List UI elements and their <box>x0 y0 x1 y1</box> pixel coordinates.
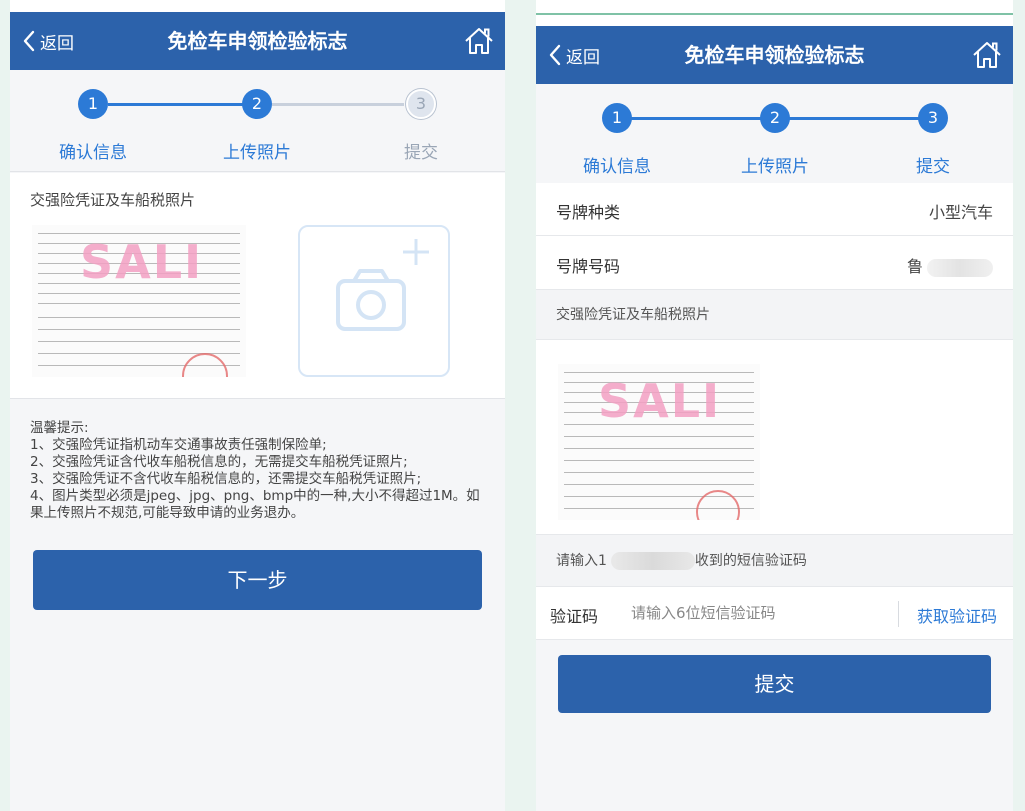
tips-text: 温馨提示: 1、交强险凭证指机动车交通事故责任强制保险单; 2、交强险凭证含代收… <box>30 420 490 522</box>
page-title: 免检车申领检验标志 <box>684 43 865 67</box>
step-3-label: 提交 <box>916 157 950 177</box>
code-label: 验证码 <box>550 607 599 626</box>
tip-item: 4、图片类型必须是jpeg、jpg、png、bmp中的一种,大小不得超过1M。如… <box>30 488 480 521</box>
photo-upload-section: 交强险凭证及车船税照片 SALI <box>10 173 505 399</box>
back-label: 返回 <box>40 33 74 54</box>
step-1-circle: 1 <box>602 103 632 133</box>
camera-plus-icon <box>336 239 429 331</box>
step-2-label: 上传照片 <box>741 157 809 177</box>
upload-photo-screen: 返回 免检车申领检验标志 1 2 3 确认信息 上传照片 提交 交强险凭证及车船… <box>10 12 505 811</box>
tip-item: 3、交强险凭证不含代收车船税信息的，还需提交车船税凭证照片; <box>30 471 422 487</box>
step-progress: 1 2 3 确认信息 上传照片 提交 <box>536 84 1013 186</box>
vertical-divider <box>898 601 899 627</box>
step-1-label: 确认信息 <box>583 157 651 177</box>
plate-number-label: 号牌号码 <box>556 257 621 276</box>
tip-item: 1、交强险凭证指机动车交通事故责任强制保险单; <box>30 437 327 453</box>
sms-prompt: 请输入1 收到的短信验证码 <box>536 535 1013 587</box>
receipt-seal <box>696 490 740 520</box>
redacted-phone-number <box>610 552 695 570</box>
step-2-circle: 2 <box>760 103 790 133</box>
submit-button[interactable]: 提交 <box>558 655 991 713</box>
step-line-done <box>108 103 256 106</box>
step-3-circle: 3 <box>918 103 948 133</box>
home-icon[interactable] <box>463 25 495 57</box>
plate-type-row: 号牌种类 小型汽车 <box>536 183 1013 236</box>
step-line-pending <box>272 103 404 106</box>
step-3-circle: 3 <box>406 89 436 119</box>
photo-section-title: 交强险凭证及车船税照片 <box>536 290 1013 340</box>
get-code-button[interactable]: 获取验证码 <box>917 603 997 627</box>
step-3-label: 提交 <box>404 143 438 163</box>
plate-number-value: 鲁 <box>907 253 993 277</box>
plate-type-label: 号牌种类 <box>556 203 621 222</box>
step-2-circle: 2 <box>242 89 272 119</box>
back-label: 返回 <box>566 47 600 68</box>
receipt-seal <box>182 353 228 377</box>
step-2-label: 上传照片 <box>223 143 291 163</box>
next-step-button[interactable]: 下一步 <box>33 550 482 610</box>
step-progress: 1 2 3 确认信息 上传照片 提交 <box>10 70 505 172</box>
page-title: 免检车申领检验标志 <box>167 29 348 53</box>
photo-preview-row: SALI <box>536 340 1013 535</box>
plate-prefix: 鲁 <box>906 257 923 276</box>
header-bar: 返回 免检车申领检验标志 <box>10 12 505 70</box>
insurance-receipt-photo[interactable]: SALI <box>558 364 760 520</box>
chevron-left-icon <box>23 30 35 52</box>
add-photo-button[interactable] <box>298 225 450 377</box>
receipt-watermark: SALI <box>80 235 204 289</box>
back-button[interactable]: 返回 <box>22 12 74 70</box>
step-1-label: 确认信息 <box>59 143 127 163</box>
plate-type-value: 小型汽车 <box>928 203 993 222</box>
back-button[interactable]: 返回 <box>548 26 600 84</box>
submit-screen: 返回 免检车申领检验标志 1 2 3 确认信息 上传照片 提交 号牌种类 小型汽… <box>536 26 1013 811</box>
sms-prompt-suffix: 收到的短信验证码 <box>694 553 807 569</box>
tip-item: 2、交强险凭证含代收车船税信息的，无需提交车船税凭证照片; <box>30 454 408 470</box>
verification-code-input[interactable] <box>631 602 891 624</box>
step-1-circle: 1 <box>78 89 108 119</box>
home-icon[interactable] <box>971 39 1003 71</box>
chevron-left-icon <box>549 44 561 66</box>
header-bar: 返回 免检车申领检验标志 <box>536 26 1013 84</box>
redacted-plate-number <box>927 258 993 277</box>
receipt-watermark: SALI <box>598 374 722 428</box>
verification-code-row: 验证码 获取验证码 <box>536 587 1013 640</box>
photo-section-title: 交强险凭证及车船税照片 <box>30 191 196 209</box>
tips-heading: 温馨提示: <box>30 420 89 436</box>
top-divider-line <box>536 13 1013 15</box>
insurance-receipt-photo[interactable]: SALI <box>32 225 246 377</box>
plate-number-row: 号牌号码 鲁 <box>536 236 1013 290</box>
sms-prompt-prefix: 请输入1 <box>556 553 607 569</box>
